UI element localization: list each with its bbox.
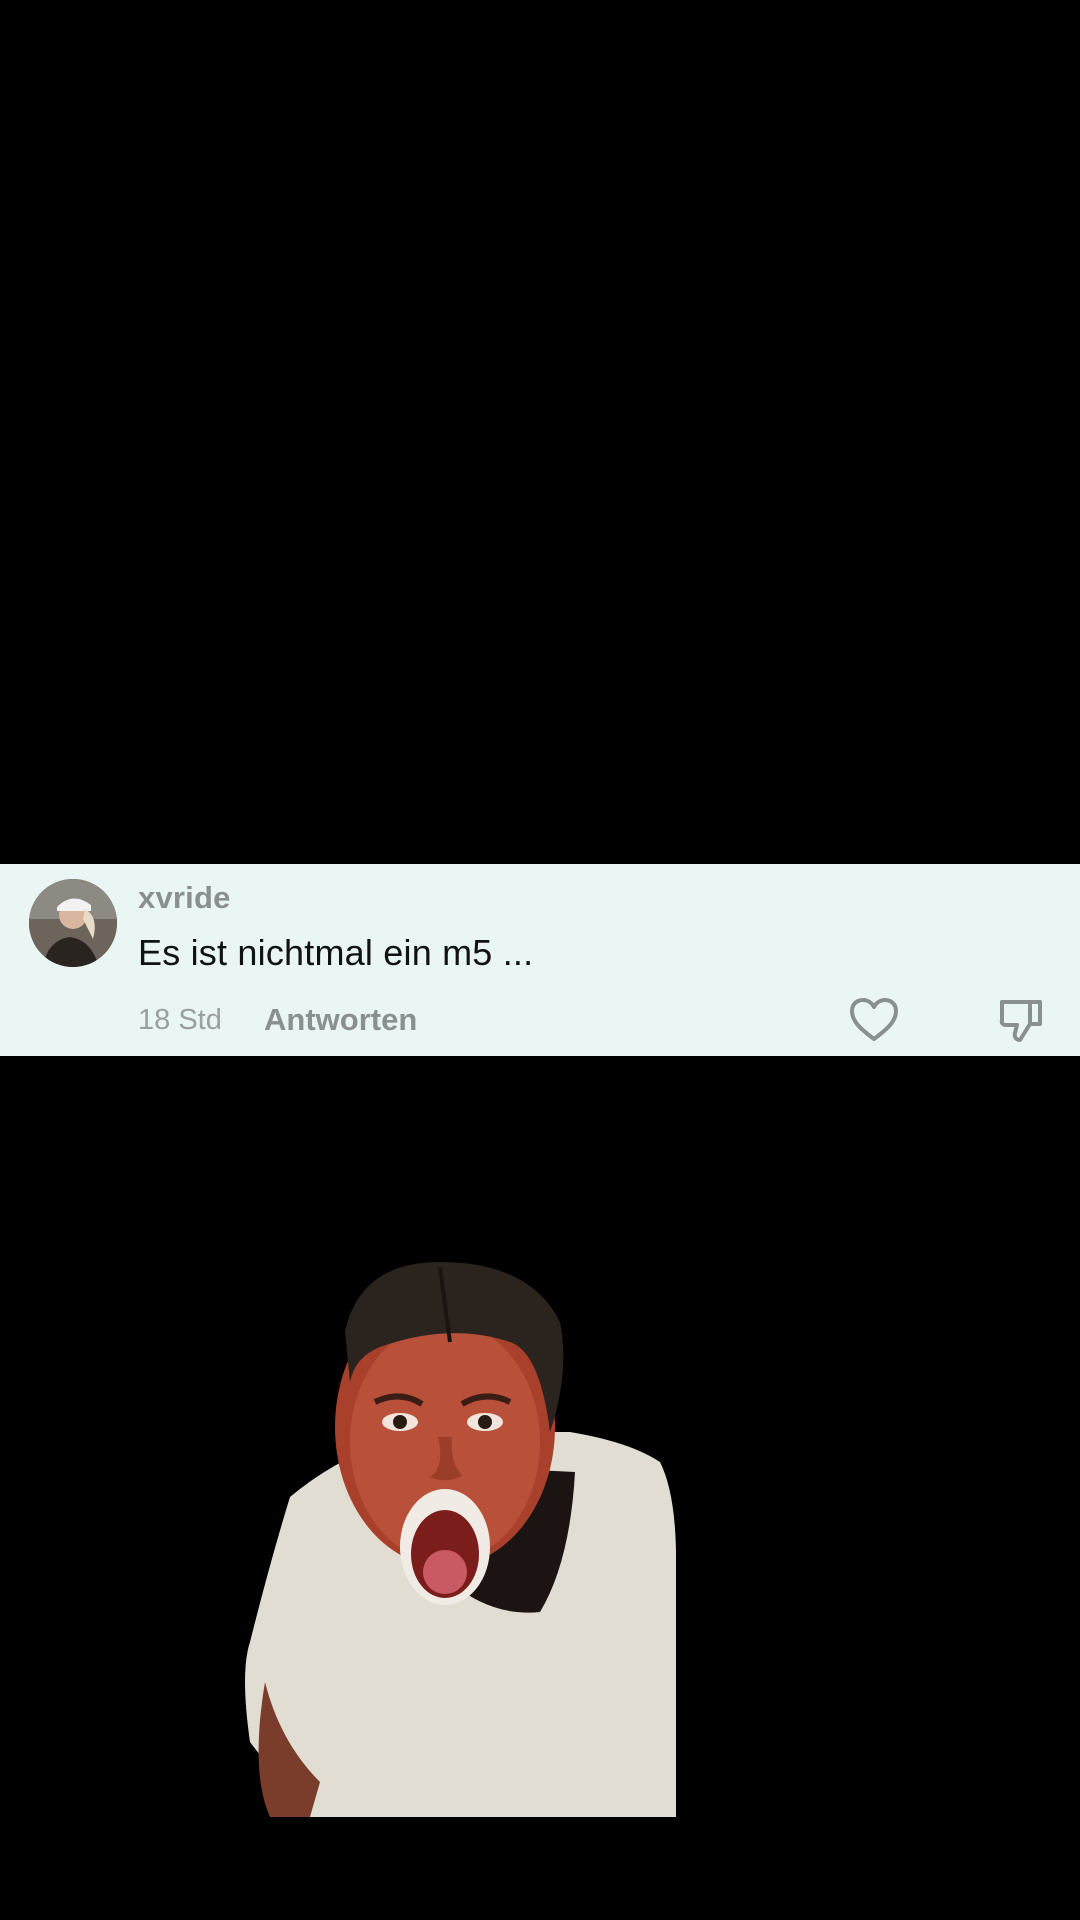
dislike-button[interactable]	[996, 996, 1046, 1044]
thumbs-down-icon	[999, 1000, 1042, 1042]
comment-text: Es ist nichtmal ein m5 ...	[138, 932, 534, 973]
avatar-photo-icon	[29, 879, 117, 967]
reaction-image	[240, 1262, 785, 1817]
screaming-person-image	[245, 1262, 676, 1817]
heart-outline-icon	[850, 998, 898, 1041]
comment-username[interactable]: xvride	[138, 880, 231, 916]
reply-button[interactable]: Antworten	[264, 1002, 417, 1038]
user-avatar[interactable]	[29, 879, 117, 967]
comment-timestamp: 18 Std	[138, 1004, 222, 1036]
video-screen[interactable]: xvride Es ist nichtmal ein m5 ... 18 Std…	[0, 0, 1080, 1920]
like-button[interactable]	[848, 996, 900, 1044]
